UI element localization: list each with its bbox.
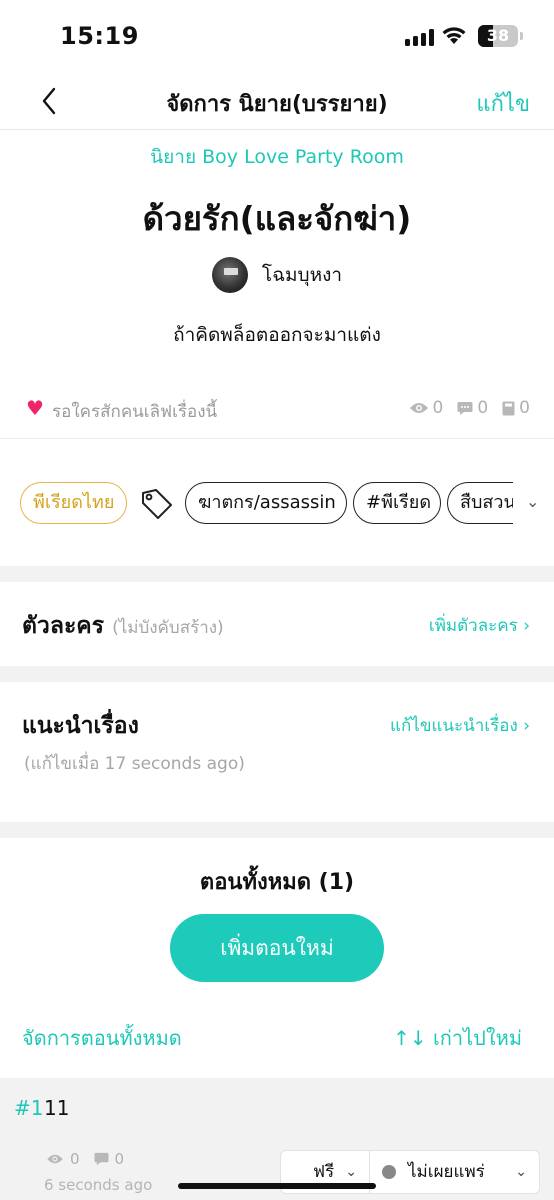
comment-icon [457,401,473,415]
episode-views: 0 [70,1150,80,1168]
add-character-button[interactable]: เพิ่มตัวละคร › [429,612,530,639]
characters-label: ตัวละคร [22,613,105,639]
saves-stat: 0 [502,398,530,418]
story-stats: 0 0 0 [401,398,530,418]
intro-updated: (แก้ไขเมื่อ 17 seconds ago) [24,754,245,774]
episodes-title: ตอนทั้งหมด (1) [199,870,355,895]
tag-chip[interactable]: ฆาตกร/assassin [185,482,347,524]
status-dot [382,1165,396,1179]
edit-button[interactable]: แก้ไข [476,86,530,121]
love-text: รอใครสักคนเลิฟเรื่องนี้ [52,402,218,422]
page-title: จัดการ นิยาย(บรรยาย) [166,92,388,117]
battery-icon: 38 [478,25,518,47]
comments-count: 0 [477,398,489,418]
heart-icon[interactable]: ♥ [26,396,44,420]
tag-chip[interactable]: สืบสวน [447,482,513,524]
add-episode-button[interactable]: เพิ่มตอนใหม่ [170,914,384,982]
add-character-label: เพิ่มตัวละคร [428,616,518,636]
avatar [211,257,248,293]
publish-status-select[interactable]: ไม่เผยแพร่ ⌄ [370,1150,540,1194]
love-row: ♥ รอใครสักคนเลิฟเรื่องนี้ 0 0 0 [0,396,554,424]
tags-row: พีเรียดไทย ฆาตกร/assassin #พีเรียด สืบสว… [0,482,554,524]
signal-icon [405,28,434,46]
episode-comments: 0 [114,1150,125,1168]
book-icon [502,401,515,415]
episode-stats: 0 0 [46,1150,124,1168]
section-gap [0,566,554,582]
intro-title: แนะนำเรื่อง [22,713,139,739]
section-gap [0,666,554,682]
saves-count: 0 [519,398,530,418]
comment-icon [94,1152,109,1166]
genre-tag[interactable]: พีเรียดไทย [20,482,128,524]
views-stat: 0 [409,398,444,418]
sort-label: เก่าไปใหม่ [432,1026,522,1050]
status-time: 15:19 [60,22,139,50]
edit-intro-button[interactable]: แก้ไขแนะนำเรื่อง › [390,712,530,739]
author[interactable]: โฉมบุหงา [0,257,554,293]
story-title: ด้วยรัก(และจักฆ่า) [142,199,412,238]
story-category[interactable]: นิยาย Boy Love Party Room [0,142,554,172]
tag-chip[interactable]: #พีเรียด [353,482,441,524]
views-count: 0 [432,398,444,418]
story-tagline: ถ้าคิดพล็อตออกจะมาแต่ง [173,324,381,346]
episode-number: #1 [14,1096,44,1120]
manage-episodes-button[interactable]: จัดการตอนทั้งหมด [22,1022,182,1054]
divider [0,438,554,439]
episode-name: 11 [44,1096,70,1120]
episode-row[interactable]: #1 11 0 0 6 seconds ago ฟรี ⌄ ไม่เผยแพร่… [0,1078,554,1200]
section-gap [0,822,554,838]
sort-button[interactable]: ↑↓ เก่าไปใหม่ [393,1022,522,1054]
chevron-down-icon: ⌄ [515,1164,527,1180]
characters-note: (ไม่บังคับสร้าง) [112,618,224,638]
status-value: ไม่เผยแพร่ [408,1162,485,1182]
comments-stat: 0 [457,398,488,418]
characters-title: ตัวละคร (ไม่บังคับสร้าง) [22,608,224,644]
battery-tip [520,32,523,40]
chevron-right-icon: › [523,616,530,636]
status-bar: 15:19 38 [0,0,554,74]
chevron-down-icon[interactable]: ⌄ [526,492,539,511]
home-indicator[interactable] [178,1183,376,1189]
tag-icon [142,489,172,519]
wifi-icon [442,27,466,44]
author-name: โฉมบุหงา [261,264,343,286]
battery-level: 38 [486,26,510,45]
price-value: ฟรี [313,1162,335,1182]
edit-intro-label: แก้ไขแนะนำเรื่อง [390,716,518,736]
eye-icon [47,1154,63,1164]
episode-time: 6 seconds ago [44,1176,153,1194]
chevron-right-icon: › [523,716,530,736]
nav-bar: จัดการ นิยาย(บรรยาย) แก้ไข [0,74,554,130]
eye-icon [409,403,428,413]
sort-icon: ↑↓ [393,1026,433,1050]
